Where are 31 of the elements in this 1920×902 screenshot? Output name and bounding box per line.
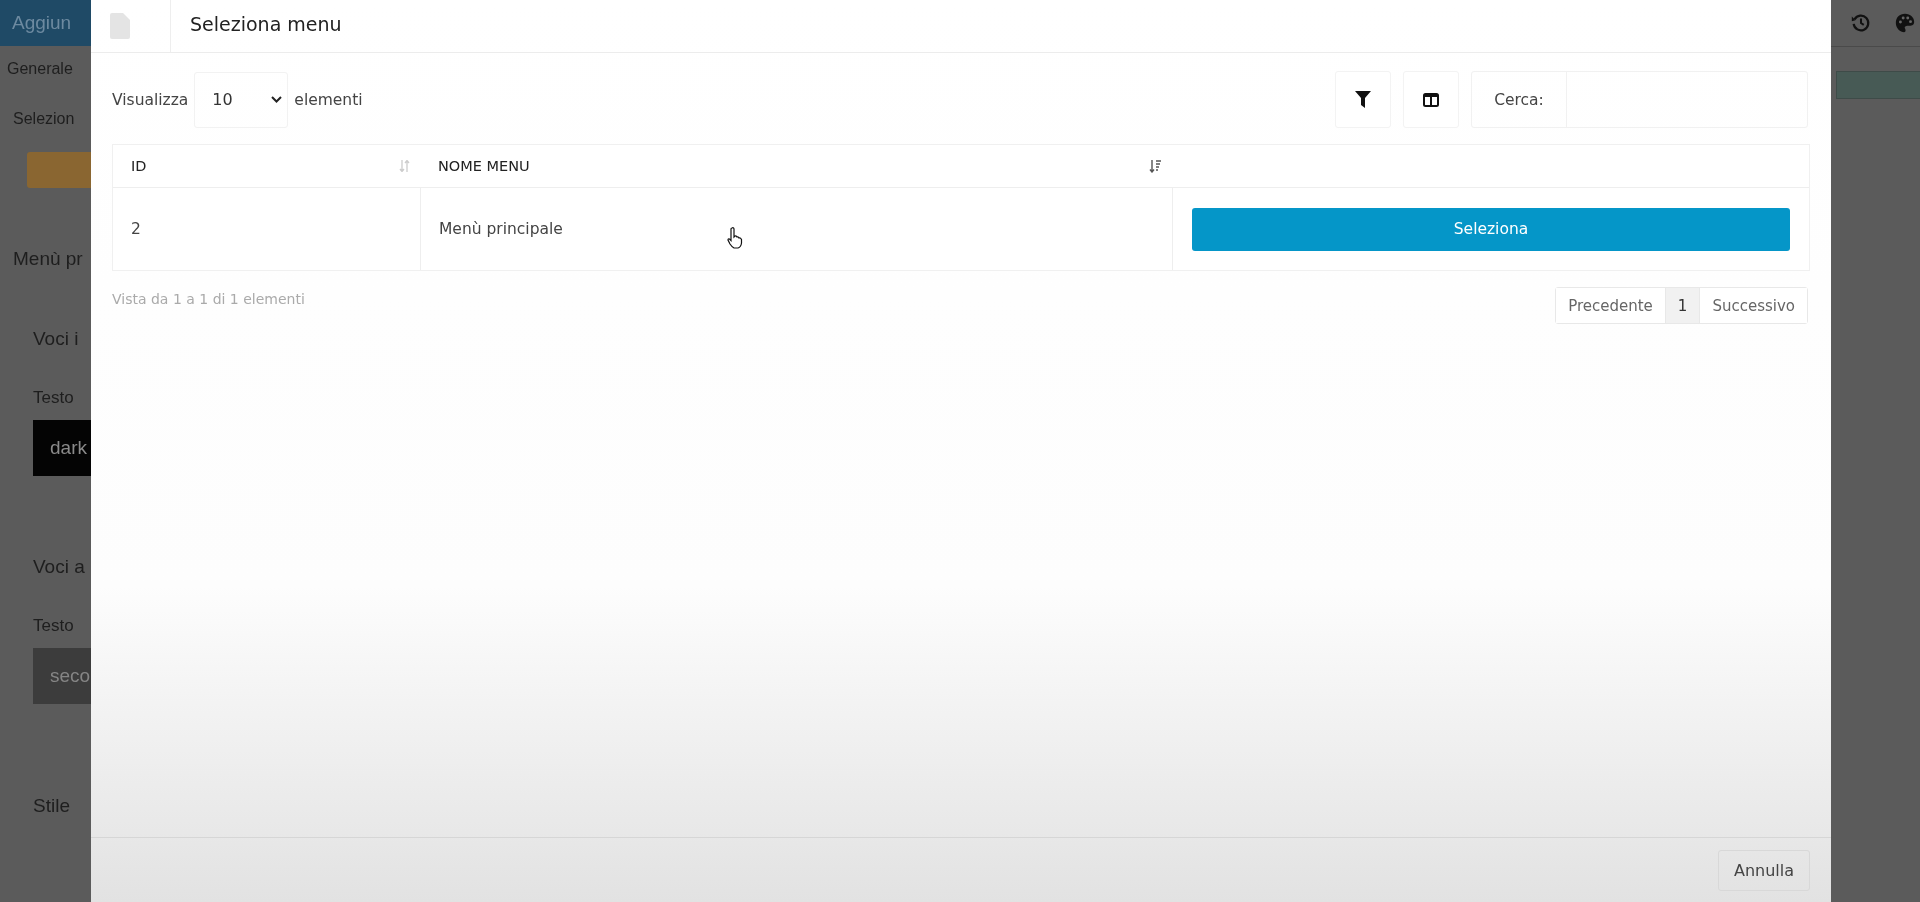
hand-cursor-icon (727, 227, 743, 249)
field-label: Testo (33, 616, 75, 636)
field-label: Stile (33, 795, 71, 817)
page-length-select[interactable]: 10 (194, 71, 289, 128)
search-field[interactable]: Cerca: (1471, 71, 1808, 128)
filter-button[interactable] (1335, 71, 1391, 128)
column-header[interactable]: ID (113, 145, 420, 187)
table-cell-text: 2 (130, 219, 142, 240)
column-header[interactable]: NOME MENU (420, 145, 1172, 187)
columns-button[interactable] (1403, 71, 1459, 128)
palette-icon[interactable] (1894, 12, 1916, 34)
section-title: Menù pr (13, 248, 84, 270)
filter-icon (1355, 91, 1371, 108)
field-label: Testo (33, 388, 75, 408)
field-label: Selezion (13, 110, 76, 128)
input-field[interactable] (1836, 71, 1920, 99)
page-title: Aggiun (12, 12, 72, 34)
history-icon[interactable] (1850, 12, 1872, 34)
show-label: Visualizza (112, 90, 189, 109)
pagination-button[interactable]: Successivo (1699, 288, 1807, 323)
document-icon (110, 13, 130, 39)
table-info: Vista da 1 a 1 di 1 elementi (112, 291, 305, 307)
group-title: Voci a (33, 556, 86, 578)
chevron-down-icon (271, 96, 283, 103)
entries-label: elementi (294, 90, 363, 109)
columns-icon (1423, 92, 1439, 107)
group-title: Voci i (33, 328, 80, 350)
cancel-button[interactable]: Annulla (1717, 849, 1810, 891)
pagination-button[interactable]: 1 (1664, 288, 1700, 323)
modal-title: Seleziona menu (170, 0, 342, 52)
color-input-field[interactable]: dark (33, 420, 91, 476)
